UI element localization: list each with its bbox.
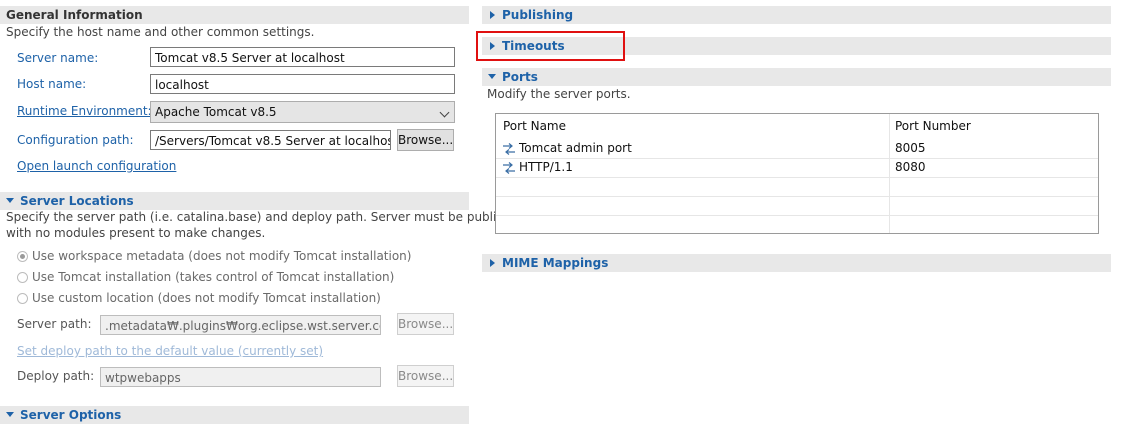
table-row-empty <box>496 215 1098 234</box>
port-name-cell: Tomcat admin port <box>502 139 632 158</box>
chevron-right-icon <box>490 11 495 19</box>
ports-title: Ports <box>502 70 538 84</box>
general-information-header: General Information <box>0 6 469 24</box>
server-name-label: Server name: <box>17 51 99 65</box>
server-options-title: Server Options <box>20 408 122 422</box>
chevron-down-icon <box>6 198 14 203</box>
radio-icon <box>17 272 28 283</box>
chevron-down-icon <box>6 412 14 417</box>
deploy-path-browse-button[interactable]: Browse... <box>397 365 454 387</box>
radio-tomcat-label: Use Tomcat installation (takes control o… <box>32 270 395 284</box>
column-header-port-number[interactable]: Port Number <box>895 117 971 136</box>
general-description: Specify the host name and other common s… <box>6 25 315 39</box>
deploy-path-input[interactable]: wtpwebapps <box>100 367 381 387</box>
ports-header[interactable]: Ports <box>482 68 1111 86</box>
radio-custom-location[interactable]: Use custom location (does not modify Tom… <box>17 291 381 305</box>
configuration-browse-button[interactable]: Browse... <box>397 129 454 151</box>
server-options-header[interactable]: Server Options <box>0 406 469 424</box>
chevron-down-icon <box>488 74 496 79</box>
port-icon <box>503 161 515 174</box>
port-name-text: HTTP/1.1 <box>519 160 573 174</box>
table-row[interactable]: HTTP/1.1 8080 <box>496 158 1098 178</box>
port-name-cell: HTTP/1.1 <box>502 158 573 177</box>
ports-description: Modify the server ports. <box>487 87 631 101</box>
port-number-cell[interactable]: 8005 <box>895 139 926 158</box>
runtime-environment-select[interactable]: Apache Tomcat v8.5 <box>150 101 455 123</box>
radio-workspace-label: Use workspace metadata (does not modify … <box>32 249 412 263</box>
open-launch-configuration-link[interactable]: Open launch configuration <box>17 159 176 173</box>
port-name-text: Tomcat admin port <box>519 141 632 155</box>
timeouts-highlight-box <box>476 31 625 61</box>
mime-mappings-header[interactable]: MIME Mappings <box>482 254 1111 272</box>
radio-icon <box>17 251 28 262</box>
runtime-environment-link[interactable]: Runtime Environment: <box>17 104 152 118</box>
radio-icon <box>17 293 28 304</box>
table-row[interactable]: Tomcat admin port 8005 <box>496 139 1098 159</box>
column-header-port-name[interactable]: Port Name <box>503 117 566 136</box>
port-icon <box>503 142 515 155</box>
table-header-row: Port Name Port Number <box>496 117 1098 136</box>
mime-mappings-title: MIME Mappings <box>502 256 609 270</box>
table-row-empty <box>496 196 1098 216</box>
server-path-label: Server path: <box>17 317 92 331</box>
server-locations-header[interactable]: Server Locations <box>0 192 469 210</box>
set-deploy-path-link[interactable]: Set deploy path to the default value (cu… <box>17 344 323 358</box>
host-name-input[interactable]: localhost <box>150 74 455 94</box>
server-path-input[interactable]: .metadata₩.plugins₩org.eclipse.wst.serve… <box>100 315 381 335</box>
publishing-header[interactable]: Publishing <box>482 6 1111 24</box>
server-path-browse-button[interactable]: Browse... <box>397 313 454 335</box>
server-locations-description-1: Specify the server path (i.e. catalina.b… <box>6 210 526 224</box>
server-name-input[interactable]: Tomcat v8.5 Server at localhost <box>150 47 455 67</box>
chevron-down-icon <box>439 107 450 118</box>
runtime-environment-value: Apache Tomcat v8.5 <box>155 105 277 119</box>
host-name-label: Host name: <box>17 77 87 91</box>
table-row-empty <box>496 177 1098 197</box>
server-locations-title: Server Locations <box>20 194 134 208</box>
radio-custom-label: Use custom location (does not modify Tom… <box>32 291 381 305</box>
chevron-right-icon <box>490 259 495 267</box>
deploy-path-label: Deploy path: <box>17 369 95 383</box>
radio-workspace-metadata[interactable]: Use workspace metadata (does not modify … <box>17 249 411 263</box>
port-number-cell[interactable]: 8080 <box>895 158 926 177</box>
radio-tomcat-installation[interactable]: Use Tomcat installation (takes control o… <box>17 270 394 284</box>
configuration-path-input[interactable]: /Servers/Tomcat v8.5 Server at localhost… <box>150 130 391 150</box>
general-information-title: General Information <box>6 8 143 22</box>
configuration-path-label: Configuration path: <box>17 133 134 147</box>
publishing-title: Publishing <box>502 8 574 22</box>
ports-table[interactable]: Port Name Port Number Tomcat admin port … <box>495 113 1099 234</box>
server-locations-description-2: with no modules present to make changes. <box>6 226 266 240</box>
